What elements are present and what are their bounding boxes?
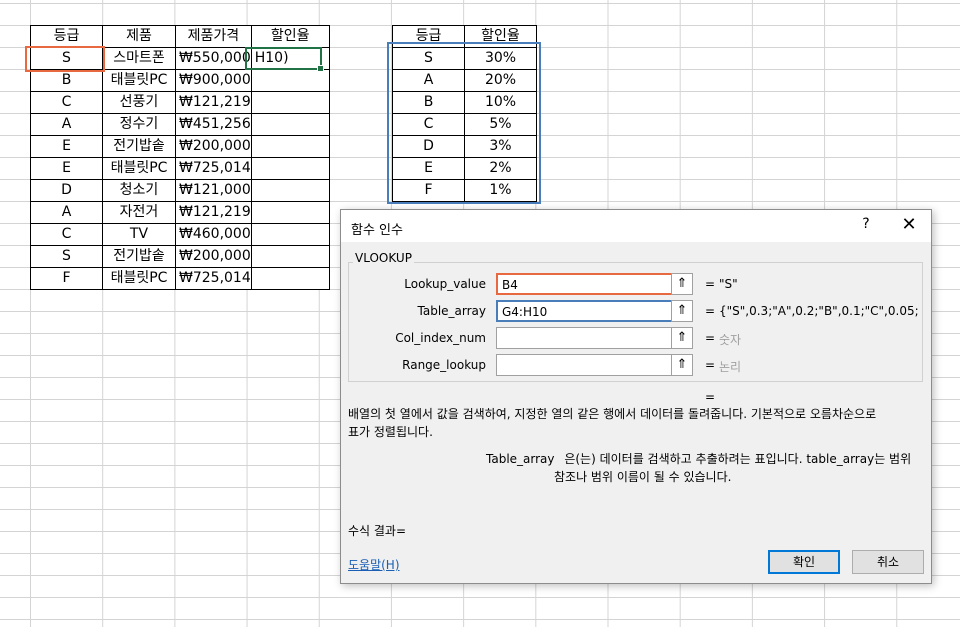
products-cell[interactable]: ₩121,219 xyxy=(175,91,252,114)
close-icon[interactable]: ✕ xyxy=(897,213,921,237)
products-cell[interactable]: 태블릿PC xyxy=(102,267,176,290)
products-cell[interactable]: A xyxy=(30,113,103,136)
function-result-equals: = xyxy=(705,390,716,404)
products-cell[interactable] xyxy=(250,157,330,180)
products-cell[interactable]: A xyxy=(30,201,103,224)
products-cell[interactable] xyxy=(250,223,330,246)
function-description-line1: 배열의 첫 열에서 값을 검색하여, 지정한 열의 같은 행에서 데이터를 돌려… xyxy=(348,407,877,421)
table-array-highlight xyxy=(387,42,541,204)
lookup-value-highlight xyxy=(25,46,105,72)
argument-label: Table_array xyxy=(417,304,487,318)
products-row: S 전기밥솥 ₩200,000 xyxy=(30,245,330,268)
products-cell[interactable] xyxy=(250,113,330,136)
products-cell[interactable] xyxy=(250,245,330,268)
products-cell[interactable] xyxy=(250,201,330,224)
products-cell[interactable] xyxy=(250,179,330,202)
argument-equals: = xyxy=(705,358,716,372)
argument-result: "S" xyxy=(719,277,738,291)
products-row: B 태블릿PC ₩900,000 xyxy=(30,69,330,92)
products-header-row: 등급 제품 제품가격 할인율 xyxy=(30,25,330,48)
ok-button[interactable]: 확인 xyxy=(768,550,840,574)
argument-help-line1: 은(는) 데이터를 검색하고 추출하려는 표입니다. table_array는 … xyxy=(564,452,912,466)
products-cell[interactable]: ₩725,014 xyxy=(175,157,252,180)
fill-handle[interactable] xyxy=(317,65,324,72)
products-cell[interactable]: ₩121,219 xyxy=(175,201,252,224)
products-cell[interactable]: 스마트폰 xyxy=(102,47,176,70)
products-cell[interactable]: B xyxy=(30,69,103,92)
products-cell[interactable]: TV xyxy=(102,223,176,246)
products-cell[interactable]: 전기밥솥 xyxy=(102,245,176,268)
products-cell[interactable] xyxy=(250,267,330,290)
active-cell-selection[interactable] xyxy=(245,47,324,72)
products-cell[interactable]: C xyxy=(30,223,103,246)
argument-result: 숫자 xyxy=(719,333,742,347)
argument-result: 논리 xyxy=(719,360,742,374)
products-cell[interactable]: ₩900,000 xyxy=(175,69,252,92)
products-cell[interactable]: 태블릿PC xyxy=(102,69,176,92)
products-cell[interactable]: ₩550,000 xyxy=(175,47,252,70)
argument-input[interactable]: G4:H10 xyxy=(496,300,693,322)
products-cell[interactable]: 정수기 xyxy=(102,113,176,136)
function-arguments-dialog: 함수 인수 ? ✕ VLOOKUP Lookup_value B4 ⇑ = "S" Tab… xyxy=(340,209,932,584)
products-cell[interactable]: 자전거 xyxy=(102,201,176,224)
products-cell[interactable]: S xyxy=(30,245,103,268)
function-description: 배열의 첫 열에서 값을 검색하여, 지정한 열의 같은 행에서 데이터를 돌려… xyxy=(348,405,876,441)
products-row: C 선풍기 ₩121,219 xyxy=(30,91,330,114)
collapse-dialog-icon[interactable]: ⇑ xyxy=(671,327,693,349)
argument-help-line2: 참조나 범위 이름이 될 수 있습니다. xyxy=(554,470,732,484)
products-cell[interactable]: ₩451,256 xyxy=(175,113,252,136)
argument-equals: = xyxy=(705,304,716,318)
products-row: E 태블릿PC ₩725,014 xyxy=(30,157,330,180)
products-cell[interactable]: C xyxy=(30,91,103,114)
products-cell[interactable] xyxy=(250,91,330,114)
argument-equals: = xyxy=(705,277,716,291)
products-cell[interactable]: 태블릿PC xyxy=(102,157,176,180)
products-row: C TV ₩460,000 xyxy=(30,223,330,246)
function-name: VLOOKUP xyxy=(353,251,414,265)
argument-label: Lookup_value xyxy=(404,277,486,291)
products-row: A 자전거 ₩121,219 xyxy=(30,201,330,224)
products-header-cell[interactable]: 제품 xyxy=(102,25,176,48)
products-cell[interactable]: ₩121,000 xyxy=(175,179,252,202)
products-cell[interactable]: ₩460,000 xyxy=(175,223,252,246)
products-cell[interactable]: F xyxy=(30,267,103,290)
products-row: D 청소기 ₩121,000 xyxy=(30,179,330,202)
help-icon[interactable]: ? xyxy=(859,216,873,236)
products-cell[interactable] xyxy=(250,69,330,92)
products-cell[interactable]: ₩725,014 xyxy=(175,267,252,290)
dialog-titlebar[interactable]: 함수 인수 ? ✕ xyxy=(341,210,931,242)
argument-help: Table_array 은(는) 데이터를 검색하고 추출하려는 표입니다. t… xyxy=(486,450,911,486)
products-cell[interactable]: ₩200,000 xyxy=(175,245,252,268)
argument-help-name: Table_array xyxy=(486,452,555,466)
argument-input[interactable] xyxy=(496,327,693,349)
collapse-dialog-icon[interactable]: ⇑ xyxy=(671,354,693,376)
products-cell[interactable]: E xyxy=(30,135,103,158)
argument-result: {"S",0.3;"A",0.2;"B",0.1;"C",0.05;"D",( xyxy=(719,304,919,318)
products-cell[interactable] xyxy=(250,135,330,158)
collapse-dialog-icon[interactable]: ⇑ xyxy=(671,300,693,322)
argument-label: Col_index_num xyxy=(395,331,486,345)
products-header-cell[interactable]: 등급 xyxy=(30,25,103,48)
products-row: A 정수기 ₩451,256 xyxy=(30,113,330,136)
products-cell[interactable]: ₩200,000 xyxy=(175,135,252,158)
function-description-line2: 표가 정렬됩니다. xyxy=(348,425,433,439)
products-cell[interactable]: D xyxy=(30,179,103,202)
cancel-button[interactable]: 취소 xyxy=(852,550,924,574)
dialog-title: 함수 인수 xyxy=(351,223,403,238)
products-row: E 전기밥솥 ₩200,000 xyxy=(30,135,330,158)
products-cell[interactable]: 청소기 xyxy=(102,179,176,202)
formula-result-label: 수식 결과= xyxy=(348,524,407,538)
collapse-dialog-icon[interactable]: ⇑ xyxy=(671,273,693,295)
products-header-cell[interactable]: 할인율 xyxy=(250,25,330,48)
argument-equals: = xyxy=(705,331,716,345)
argument-input[interactable] xyxy=(496,354,693,376)
argument-input[interactable]: B4 xyxy=(496,273,693,295)
products-cell[interactable]: E xyxy=(30,157,103,180)
products-row: F 태블릿PC ₩725,014 xyxy=(30,267,330,290)
products-cell[interactable]: 전기밥솥 xyxy=(102,135,176,158)
products-header-cell[interactable]: 제품가격 xyxy=(175,25,252,48)
help-link[interactable]: 도움말(H) xyxy=(348,556,400,573)
argument-label: Range_lookup xyxy=(402,358,486,372)
products-cell[interactable]: 선풍기 xyxy=(102,91,176,114)
